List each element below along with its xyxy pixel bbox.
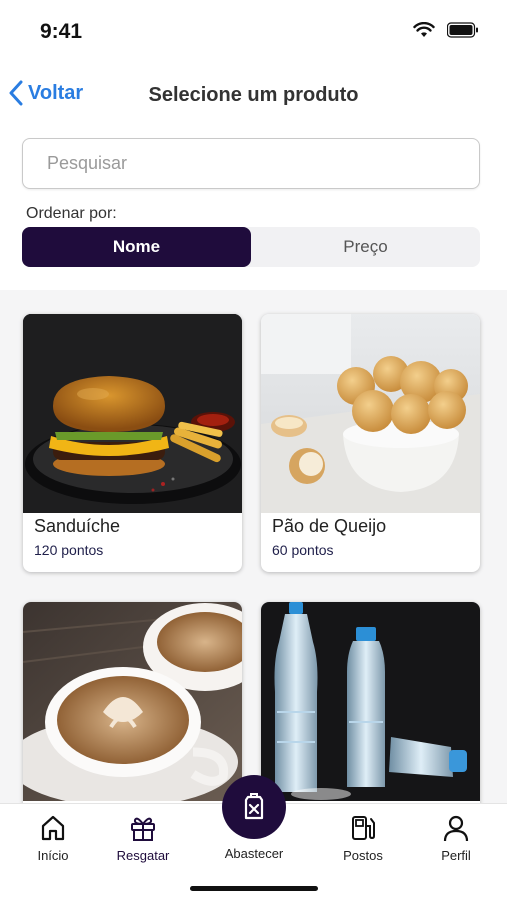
search-box — [22, 138, 480, 189]
product-points: 120 pontos — [34, 542, 104, 558]
page-title: Selecione um produto — [148, 84, 359, 106]
sort-segmented-control: Nome Preço — [22, 227, 480, 267]
product-name: Sanduíche — [34, 516, 121, 536]
wifi-icon — [413, 22, 435, 37]
water-bottles-photo — [261, 602, 480, 801]
tab-postos[interactable]: Postos — [318, 814, 408, 863]
abastecer-button[interactable] — [222, 775, 286, 839]
screen: 9:41 Voltar Selecione um produto Ordenar… — [0, 0, 507, 900]
product-card[interactable]: Pão de Queijo 60 pontos — [261, 314, 480, 572]
tab-perfil[interactable]: Perfil — [411, 814, 501, 863]
coffee-photo — [23, 602, 242, 801]
status-time: 9:41 — [40, 20, 83, 43]
burger-photo — [23, 314, 242, 513]
product-card[interactable]: Sanduíche 120 pontos — [23, 314, 242, 572]
tab-label: Resgatar — [116, 848, 170, 863]
product-name: Pão de Queijo — [272, 516, 387, 536]
tab-label: Perfil — [441, 848, 471, 863]
sort-label: Ordenar por: — [26, 205, 117, 222]
tab-resgatar[interactable]: Resgatar — [98, 814, 188, 863]
gift-icon — [131, 817, 155, 841]
user-icon — [443, 815, 469, 842]
sort-option-name[interactable]: Nome — [22, 227, 251, 267]
tab-label: Início — [37, 848, 69, 863]
search-input[interactable] — [23, 139, 479, 188]
fuel-can-icon — [244, 793, 264, 820]
battery-icon — [447, 22, 478, 38]
tab-label: Postos — [343, 848, 383, 863]
cheese-bread-photo — [261, 314, 480, 513]
tab-abastecer-label: Abastecer — [224, 846, 284, 861]
product-points: 60 pontos — [272, 542, 334, 558]
tab-inicio[interactable]: Início — [8, 814, 98, 863]
home-indicator — [190, 886, 318, 891]
home-icon — [41, 815, 65, 841]
gas-station-icon — [352, 816, 375, 840]
status-icons — [413, 22, 479, 38]
sort-option-price[interactable]: Preço — [251, 227, 480, 267]
